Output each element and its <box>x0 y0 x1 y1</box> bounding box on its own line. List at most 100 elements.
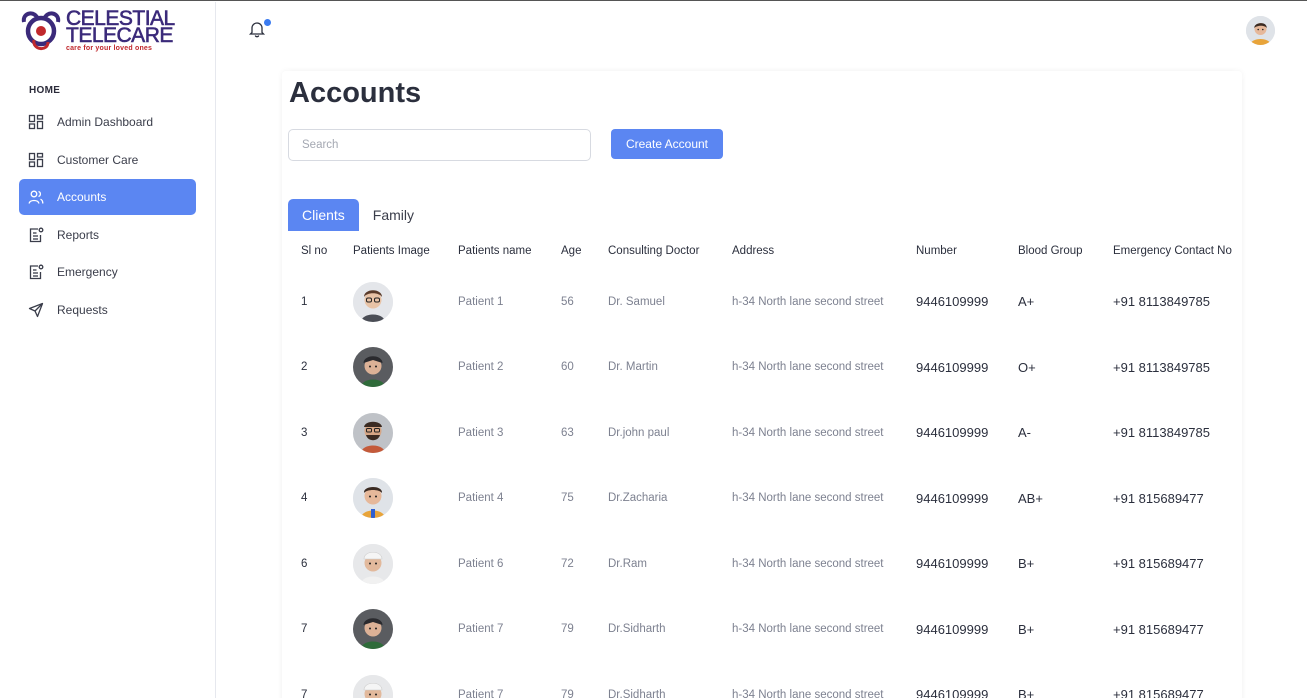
cell-address: h-34 North lane second street <box>732 361 884 374</box>
column-header-age[interactable]: Age <box>561 233 608 269</box>
cell-patient-name[interactable]: Patient 6 <box>458 531 561 597</box>
cell-patient-image <box>353 335 458 401</box>
table-row[interactable]: 3 Patient 3 63 Dr.john paul h-34 North lane … <box>288 400 1242 466</box>
patient-avatar[interactable] <box>353 281 393 322</box>
column-header-sl-no[interactable]: Sl no <box>288 233 353 269</box>
cell-blood-group: A+ <box>1018 294 1035 310</box>
cell-sl-no: 4 <box>301 492 308 505</box>
column-header-number[interactable]: Number <box>916 233 1018 269</box>
cell-emergency-contact: +91 815689477 <box>1113 621 1204 637</box>
cell-patient-name[interactable]: Patient 3 <box>458 400 561 466</box>
logo-icon <box>21 11 61 50</box>
cell-number: 9446109999 <box>916 621 989 637</box>
cell-age: 60 <box>561 361 574 374</box>
brand-logo[interactable]: CELESTIAL TELECARE care for your loved o… <box>18 8 178 56</box>
accounts-card: Accounts Create Account Clients Family S… <box>282 71 1242 698</box>
sidebar: CELESTIAL TELECARE care for your loved o… <box>0 2 216 698</box>
column-header-doctor[interactable]: Consulting Doctor <box>608 233 732 269</box>
table-row[interactable]: 2 Patient 2 60 Dr. Martin h-34 North lane se… <box>288 335 1242 401</box>
cell-age: 79 <box>561 623 574 636</box>
sidebar-item-customer-care[interactable]: Customer Care <box>19 142 196 178</box>
cell-number: 9446109999 <box>916 687 989 698</box>
column-header-blood-group[interactable]: Blood Group <box>1018 233 1113 269</box>
send-icon <box>28 302 44 318</box>
cell-emergency-contact: +91 815689477 <box>1113 687 1204 698</box>
tab-family[interactable]: Family <box>359 199 428 231</box>
cell-patient-name[interactable]: Patient 1 <box>458 269 561 335</box>
cell-address: h-34 North lane second street <box>732 295 884 308</box>
sidebar-item-reports[interactable]: Reports <box>19 217 196 253</box>
notification-dot <box>264 19 271 26</box>
cell-patient-name[interactable]: Patient 2 <box>458 335 561 401</box>
table-row[interactable]: 4 Patient 4 75 Dr.Zacharia h-34 North lane s… <box>288 466 1242 532</box>
sidebar-item-requests[interactable]: Requests <box>19 292 196 328</box>
sidebar-item-label: Accounts <box>57 190 107 205</box>
cell-number: 9446109999 <box>916 294 989 310</box>
cell-number: 9446109999 <box>916 359 989 375</box>
table-row[interactable]: 1 Patient 1 56 Dr. Samuel h-34 North lane se… <box>288 269 1242 335</box>
cell-patient-image <box>353 400 458 466</box>
patient-avatar[interactable] <box>353 674 393 698</box>
cell-blood-group: B+ <box>1018 621 1035 637</box>
user-avatar[interactable] <box>1246 16 1275 45</box>
sidebar-item-label: Reports <box>57 227 100 242</box>
report-icon <box>28 227 44 243</box>
cell-blood-group: B+ <box>1018 556 1035 572</box>
cell-blood-group: AB+ <box>1018 490 1043 506</box>
create-account-button[interactable]: Create Account <box>611 129 723 159</box>
cell-number: 9446109999 <box>916 425 989 441</box>
column-header-emergency[interactable]: Emergency Contact No <box>1113 233 1242 269</box>
sidebar-item-label: Customer Care <box>57 152 139 167</box>
cell-address: h-34 North lane second street <box>732 492 884 505</box>
cell-patient-name[interactable]: Patient 7 <box>458 597 561 663</box>
cell-emergency-contact: +91 8113849785 <box>1113 359 1210 375</box>
column-header-name[interactable]: Patients name <box>458 233 561 269</box>
sidebar-item-emergency[interactable]: Emergency <box>19 254 196 290</box>
cell-patient-name[interactable]: Patient 4 <box>458 466 561 532</box>
report-icon <box>28 264 44 280</box>
users-icon <box>28 189 44 205</box>
sidebar-item-label: Admin Dashboard <box>57 115 154 129</box>
page-title: Accounts <box>289 77 422 109</box>
patient-avatar[interactable] <box>353 543 393 584</box>
account-tabs: Clients Family <box>288 199 428 231</box>
cell-sl-no: 6 <box>301 557 308 570</box>
cell-age: 75 <box>561 492 574 505</box>
column-header-address[interactable]: Address <box>732 233 916 269</box>
sidebar-item-accounts[interactable]: Accounts <box>19 179 196 216</box>
patient-avatar[interactable] <box>353 347 393 388</box>
search-input[interactable] <box>288 129 591 161</box>
cell-address: h-34 North lane second street <box>732 688 884 698</box>
table-row[interactable]: 7 Patient 7 79 Dr.Sidharth h-34 North lane s… <box>288 662 1242 698</box>
column-header-image[interactable]: Patients Image <box>353 233 458 269</box>
cell-doctor: Dr.Sidharth <box>608 623 666 636</box>
sidebar-item-admin-dashboard[interactable]: Admin Dashboard <box>19 104 196 140</box>
cell-patient-name[interactable]: Patient 7 <box>458 662 561 698</box>
cell-emergency-contact: +91 8113849785 <box>1113 294 1210 310</box>
cell-address: h-34 North lane second street <box>732 557 884 570</box>
cell-sl-no: 3 <box>301 426 308 439</box>
brand-name-line2: TELECARE <box>66 24 174 47</box>
sidebar-nav: Admin Dashboard Customer Care Accounts R… <box>19 104 196 330</box>
cell-sl-no: 1 <box>301 295 308 308</box>
cell-age: 63 <box>561 426 574 439</box>
patient-avatar[interactable] <box>353 412 393 453</box>
tab-clients[interactable]: Clients <box>288 199 359 231</box>
cell-number: 9446109999 <box>916 556 989 572</box>
cell-patient-image <box>353 269 458 335</box>
cell-address: h-34 North lane second street <box>732 623 884 636</box>
table-row[interactable]: 6 Patient 6 72 Dr.Ram h-34 North lane second… <box>288 531 1242 597</box>
cell-blood-group: A- <box>1018 425 1031 441</box>
patients-table: Sl no Patients Image Patients name Age C… <box>288 233 1242 698</box>
table-header-row: Sl no Patients Image Patients name Age C… <box>288 233 1242 269</box>
patient-avatar[interactable] <box>353 609 393 650</box>
cell-doctor: Dr.Sidharth <box>608 688 666 698</box>
cell-emergency-contact: +91 815689477 <box>1113 490 1204 506</box>
cell-sl-no: 7 <box>301 623 308 636</box>
patient-avatar[interactable] <box>353 478 393 519</box>
cell-patient-image <box>353 531 458 597</box>
cell-number: 9446109999 <box>916 490 989 506</box>
table-row[interactable]: 7 Patient 7 79 Dr.Sidharth h-34 North lane s… <box>288 597 1242 663</box>
cell-address: h-34 North lane second street <box>732 426 884 439</box>
cell-blood-group: O+ <box>1018 359 1036 375</box>
